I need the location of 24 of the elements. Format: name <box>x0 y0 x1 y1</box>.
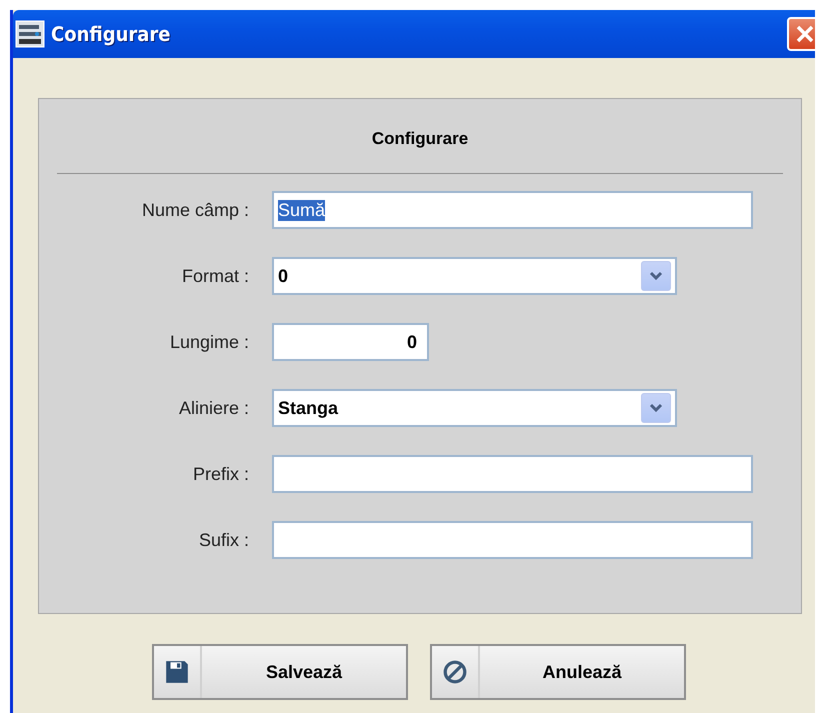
close-button[interactable] <box>787 17 815 51</box>
field-label: Aliniere : <box>178 398 249 418</box>
chevron-down-icon <box>649 271 663 281</box>
field-label: Nume câmp : <box>140 200 249 220</box>
panel-title: Configurare <box>370 129 470 150</box>
dropdown[interactable]: Stanga <box>272 389 677 427</box>
input-field[interactable] <box>272 521 753 559</box>
dropdown[interactable]: 0 <box>272 257 677 295</box>
field-label: Prefix : <box>192 464 249 484</box>
field-label: Lungime : <box>168 332 249 352</box>
prohibited-icon <box>442 659 468 685</box>
close-icon <box>795 24 815 44</box>
input-field[interactable]: 0 <box>272 323 429 361</box>
field-label: Format : <box>180 266 249 286</box>
input-field[interactable]: Sumă <box>272 191 753 229</box>
input-field[interactable] <box>272 455 753 493</box>
cancel-button[interactable]: Anulează <box>430 644 686 700</box>
chevron-down-icon <box>649 403 663 413</box>
dropdown-button[interactable] <box>641 393 671 423</box>
app-icon <box>15 20 45 48</box>
field-label: Sufix : <box>198 530 249 550</box>
window-title: Configurare <box>51 22 171 46</box>
dropdown-button[interactable] <box>641 261 671 291</box>
save-button[interactable]: Salvează <box>152 644 408 700</box>
